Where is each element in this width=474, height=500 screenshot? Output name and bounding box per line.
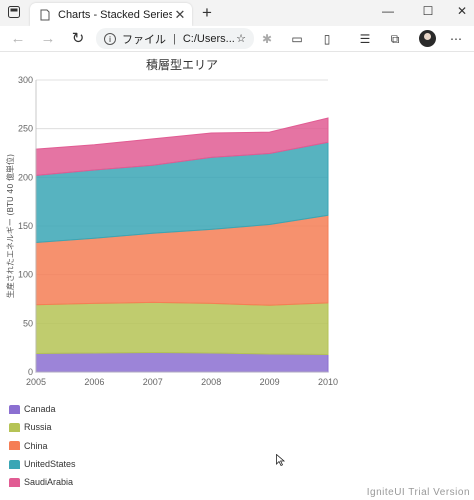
- y-tick-label: 150: [18, 221, 33, 231]
- x-tick-label: 2010: [318, 377, 338, 387]
- y-tick-label: 50: [23, 318, 33, 328]
- legend-item-canada: Canada: [9, 400, 76, 418]
- legend-label: UnitedStates: [24, 459, 76, 470]
- legend-label: Russia: [24, 422, 52, 433]
- y-axis-label: 生産されたエネルギー (BTU 40 億単位): [5, 154, 15, 298]
- area-series-russia: [35, 301, 329, 356]
- y-tick-label: 300: [18, 75, 33, 85]
- x-tick-label: 2009: [260, 377, 280, 387]
- area-series-canada: [35, 351, 329, 373]
- chart-title: 積層型エリア: [145, 58, 218, 72]
- trial-version-footer: IgniteUI Trial Version: [366, 487, 470, 498]
- x-tick-label: 2005: [26, 377, 46, 387]
- legend-swatch: [9, 459, 20, 469]
- legend-label: China: [24, 440, 48, 451]
- legend-item-china: China: [9, 437, 76, 455]
- legend-swatch: [9, 404, 20, 414]
- legend-item-unitedstates: UnitedStates: [9, 455, 76, 473]
- legend-item-saudiarabia: SaudiArabia: [9, 473, 76, 491]
- legend-label: Canada: [24, 404, 56, 415]
- x-tick-label: 2007: [143, 377, 163, 387]
- y-tick-label: 0: [28, 367, 33, 377]
- x-tick-label: 2008: [201, 377, 221, 387]
- legend-label: SaudiArabia: [24, 477, 74, 488]
- y-tick-label: 250: [18, 124, 33, 134]
- chart-legend: Canada Russia China UnitedStates SaudiArabia: [9, 400, 76, 491]
- legend-swatch: [9, 422, 20, 432]
- legend-swatch: [9, 477, 20, 487]
- legend-item-russia: Russia: [9, 418, 76, 436]
- x-tick-label: 2006: [84, 377, 104, 387]
- y-tick-label: 100: [18, 270, 33, 280]
- legend-swatch: [9, 441, 20, 451]
- y-tick-label: 200: [18, 172, 33, 182]
- mouse-cursor-icon: [276, 454, 286, 466]
